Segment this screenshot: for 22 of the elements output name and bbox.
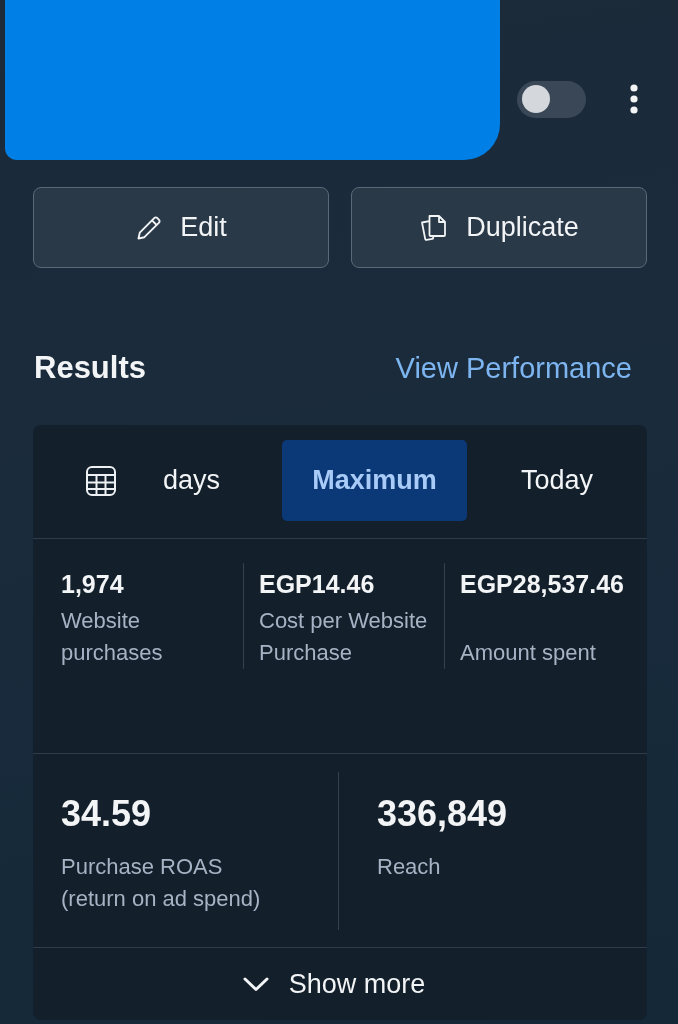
metric-label: Reach — [377, 853, 441, 881]
date-tab[interactable]: Maximum — [282, 440, 467, 521]
metric-value: 34.59 — [61, 792, 152, 836]
calendar-icon — [85, 464, 117, 497]
results-heading: Results — [34, 350, 146, 386]
edit-button[interactable]: Edit — [33, 187, 329, 268]
chevron-down-icon — [242, 976, 269, 992]
more-options-icon[interactable] — [630, 84, 638, 114]
metric-value: 1,974 — [61, 569, 124, 600]
toggle-switch[interactable] — [517, 80, 586, 118]
metric-label: Amount spent — [460, 639, 596, 667]
date-tab[interactable]: Today — [467, 440, 647, 521]
metric-label: Cost per Website Purchase — [259, 607, 429, 667]
metric-value: EGP14.46 — [259, 569, 375, 600]
show-more-button[interactable]: Show more — [33, 948, 647, 1020]
duplicate-button[interactable]: Duplicate — [351, 187, 647, 268]
view-performance-link[interactable]: View Performance — [395, 351, 632, 385]
metric-value: EGP28,537.46 — [460, 569, 624, 600]
metric-label: Website purchases — [61, 607, 164, 667]
metric-value: 336,849 — [377, 792, 508, 836]
date-tab[interactable]: days — [85, 440, 282, 521]
metric-label: Purchase ROAS (return on ad spend) — [61, 853, 262, 913]
